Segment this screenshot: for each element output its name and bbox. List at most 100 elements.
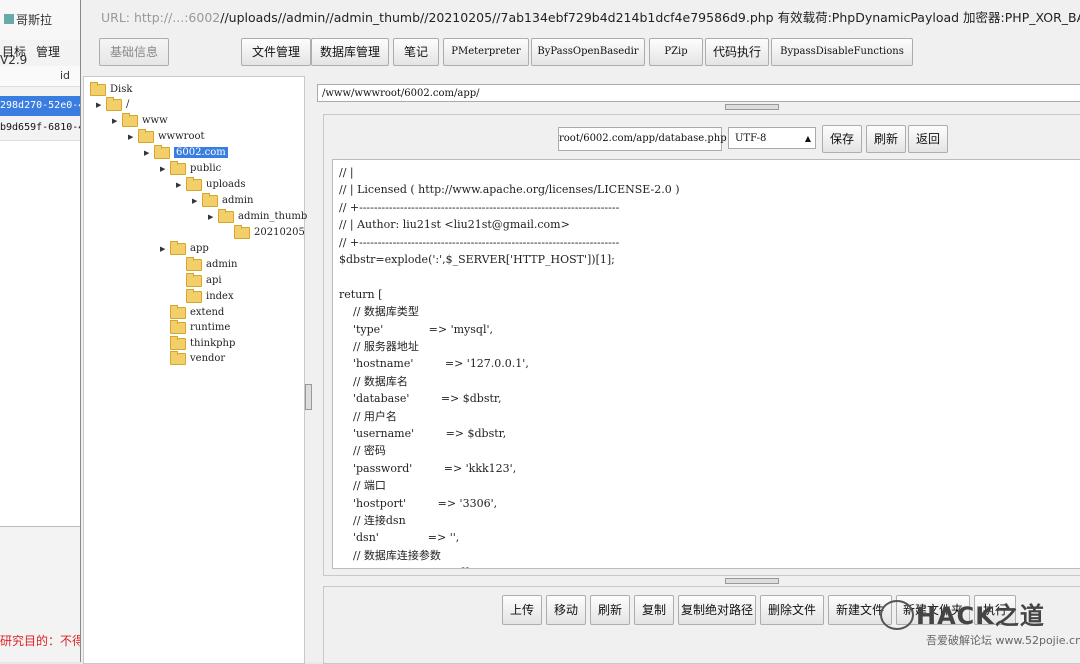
tab-notes[interactable]: 笔记: [393, 38, 439, 66]
table-empty-area: [0, 140, 82, 527]
tree-node-index[interactable]: index: [186, 288, 234, 304]
tree-node-admin[interactable]: ▶ admin: [192, 192, 253, 208]
tab-bypass-openbasedir[interactable]: ByPassOpenBasedir: [531, 38, 645, 66]
feature-tabs: 基础信息 文件管理 数据库管理 笔记 PMeterpreter ByPassOp…: [81, 38, 1080, 66]
bg-window-menu: 目标管理配: [0, 40, 82, 83]
code-line: // 数据库名: [339, 374, 408, 388]
tree-node-root[interactable]: ▶ /: [96, 96, 129, 112]
vertical-splitter[interactable]: [304, 76, 312, 662]
tab-bypass-disable-functions[interactable]: BypassDisableFunctions: [771, 38, 913, 66]
copy-absolute-path-button[interactable]: 复制绝对路径: [678, 595, 756, 625]
tree-node-runtime[interactable]: runtime: [170, 319, 230, 335]
code-line: 'params' => []: [339, 564, 470, 568]
upload-button[interactable]: 上传: [502, 595, 542, 625]
folder-icon: [122, 112, 138, 127]
code-line: // 数据库类型: [339, 305, 419, 319]
tree-node-disk[interactable]: Disk: [90, 81, 132, 97]
tab-basic-info[interactable]: 基础信息: [99, 38, 169, 66]
expand-arrow-icon[interactable]: ▶: [96, 98, 106, 112]
encoding-select[interactable]: UTF-8 ▲: [728, 127, 816, 149]
tree-node-www[interactable]: ▶ www: [112, 112, 168, 128]
save-button[interactable]: 保存: [822, 125, 862, 153]
encoding-value: UTF-8: [735, 133, 767, 144]
menu-item-target[interactable]: 目标: [2, 40, 26, 64]
table-row[interactable]: 298d270-52e0-4: [0, 96, 82, 116]
tab-code-exec[interactable]: 代码执行: [705, 38, 769, 66]
tab-database-manager[interactable]: 数据库管理: [311, 38, 389, 66]
folder-icon: [186, 176, 202, 191]
watermark-text: HACK之道: [916, 602, 1045, 630]
expand-arrow-icon[interactable]: ▶: [160, 162, 170, 176]
tab-file-manager[interactable]: 文件管理: [241, 38, 311, 66]
refresh-button[interactable]: 刷新: [866, 125, 906, 153]
move-button[interactable]: 移动: [546, 595, 586, 625]
code-line: // 端口: [339, 479, 386, 493]
tree-node-app[interactable]: ▶ app: [160, 240, 209, 256]
tree-node-admin-thumb[interactable]: ▶ admin_thumb: [208, 208, 307, 224]
code-line: 'username' => $dbstr,: [339, 427, 507, 440]
tree-node-wwwroot[interactable]: ▶ wwwroot: [128, 128, 205, 144]
code-line: // | Licensed ( http://www.apache.org/li…: [339, 183, 680, 197]
tree-node-app-admin[interactable]: admin: [186, 256, 237, 272]
tree-node-extend[interactable]: extend: [170, 304, 224, 320]
tree-node-vendor[interactable]: vendor: [170, 350, 225, 366]
file-tree: Disk ▶ / ▶ www ▶ wwwroot ▶ 6002.com ▶ public …: [83, 76, 307, 664]
folder-icon: [106, 96, 122, 111]
expand-arrow-icon[interactable]: ▶: [160, 242, 170, 256]
tree-node-uploads[interactable]: ▶ uploads: [176, 176, 246, 192]
folder-icon: [202, 192, 218, 207]
copy-button[interactable]: 复制: [634, 595, 674, 625]
wechat-logo-icon: [880, 600, 914, 630]
table-header: id: [0, 66, 82, 87]
expand-arrow-icon[interactable]: ▶: [128, 130, 138, 144]
expand-arrow-icon[interactable]: ▶: [112, 114, 122, 128]
table-row[interactable]: b9d659f-6810-4b: [0, 118, 82, 138]
tree-node-6002-com[interactable]: ▶ 6002.com: [144, 144, 228, 160]
folder-icon: [170, 304, 186, 319]
code-line: // +------------------------------------…: [339, 200, 620, 214]
watermark-subtext: 吾爱破解论坛 www.52pojie.cn: [926, 634, 1080, 647]
code-line: // 密码: [339, 444, 386, 458]
expand-arrow-icon[interactable]: ▶: [192, 194, 202, 208]
code-line: 'dsn' => '',: [339, 531, 460, 545]
tree-node-public[interactable]: ▶ public: [160, 160, 221, 176]
expand-arrow-icon[interactable]: ▶: [208, 210, 218, 224]
folder-icon: [186, 288, 202, 303]
tree-node-api[interactable]: api: [186, 272, 222, 288]
current-path-field[interactable]: /www/wwwroot/6002.com/app/: [317, 84, 1080, 102]
splitter-grip-icon[interactable]: [305, 384, 312, 410]
tab-pzip[interactable]: PZip: [649, 38, 703, 66]
expand-arrow-icon[interactable]: ▶: [176, 178, 186, 192]
file-editor-panel: root/6002.com/app/database.php UTF-8 ▲ 保…: [323, 114, 1080, 576]
code-line: // 用户名: [339, 409, 397, 423]
code-line: // 服务器地址: [339, 340, 419, 353]
horizontal-splitter-grip-icon[interactable]: [725, 104, 779, 110]
spinner-arrows-icon[interactable]: ▲: [805, 128, 811, 150]
folder-icon: [170, 350, 186, 365]
tree-node-thinkphp[interactable]: thinkphp: [170, 335, 235, 351]
folder-icon: [170, 160, 186, 175]
window-title-prefix: URL: http://...:6002: [101, 10, 221, 25]
tree-node-20210205[interactable]: 20210205: [234, 224, 305, 240]
refresh-files-button[interactable]: 刷新: [590, 595, 630, 625]
column-header-id[interactable]: id: [60, 69, 70, 82]
folder-icon: [234, 224, 250, 239]
tab-pmeterpreter[interactable]: PMeterpreter: [443, 38, 529, 66]
folder-icon: [170, 335, 186, 350]
background-window: 哥斯拉 V2.9 目标管理配 id 298d270-52e0-4 b9d659f…: [0, 0, 84, 662]
menu-item-manage[interactable]: 管理: [36, 40, 60, 64]
back-button[interactable]: 返回: [908, 125, 948, 153]
delete-file-button[interactable]: 删除文件: [760, 595, 824, 625]
code-line: 'hostport' => '3306',: [339, 496, 498, 510]
folder-icon: [170, 240, 186, 255]
folder-icon: [186, 256, 202, 271]
expand-arrow-icon[interactable]: ▶: [144, 146, 154, 160]
file-path-input[interactable]: root/6002.com/app/database.php: [558, 127, 727, 151]
code-line: // 数据库连接参数: [339, 548, 441, 562]
code-editor[interactable]: // | // | Licensed ( http://www.apache.or…: [332, 159, 1080, 569]
window-title: //uploads//admin//admin_thumb//20210205/…: [220, 10, 1080, 25]
folder-icon: [218, 208, 234, 223]
code-line: // | Author: liu21st <liu21st@gmail.com>: [339, 218, 570, 232]
folder-icon: [90, 81, 106, 96]
horizontal-splitter-grip-icon[interactable]: [725, 578, 779, 584]
